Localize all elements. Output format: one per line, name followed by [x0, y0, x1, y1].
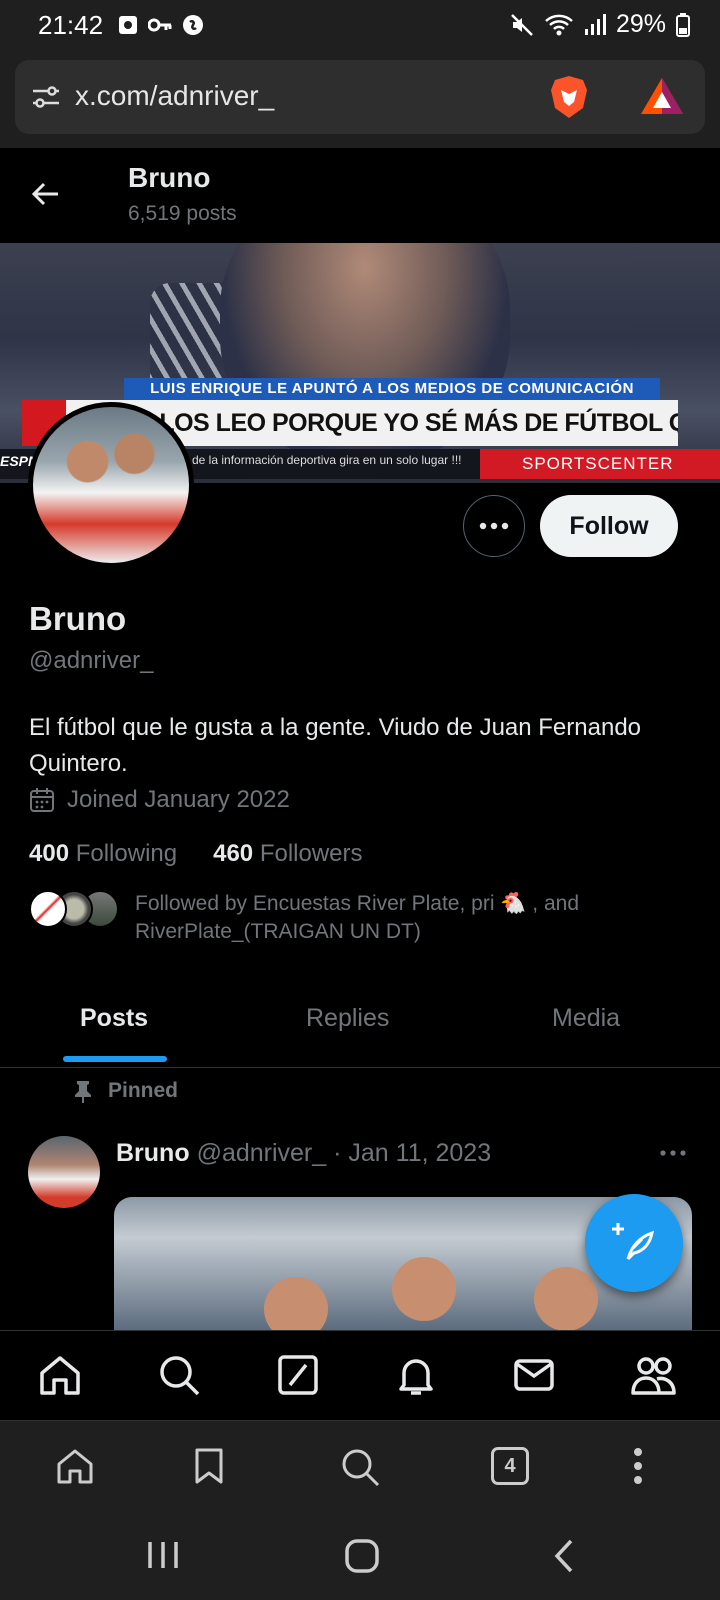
tab-posts[interactable]: Posts	[80, 1004, 148, 1033]
compose-feather-icon	[612, 1223, 654, 1261]
back-arrow-icon[interactable]	[30, 178, 62, 210]
joined-text: Joined January 2022	[67, 786, 290, 813]
brave-shields-icon[interactable]	[549, 74, 589, 120]
post-author-name[interactable]: Bruno	[116, 1139, 190, 1167]
active-tab-indicator	[63, 1056, 167, 1062]
post-more-icon[interactable]	[660, 1150, 686, 1156]
url-text[interactable]: x.com/adnriver_	[75, 80, 274, 112]
header-name: Bruno	[128, 162, 211, 193]
site-settings-icon[interactable]	[31, 82, 61, 112]
media-face	[534, 1267, 598, 1331]
system-back-icon[interactable]	[552, 1538, 576, 1574]
tabs-count: 4	[504, 1455, 516, 1477]
compose-post-button[interactable]	[585, 1194, 683, 1292]
banner-brand: SPORTSCENTER	[480, 449, 720, 479]
follower-avatar	[29, 890, 67, 928]
pinned-indicator: Pinned	[72, 1079, 178, 1103]
battery-percent: 29%	[615, 10, 666, 38]
pin-icon	[75, 1081, 91, 1103]
calendar-icon	[30, 788, 54, 812]
post-date[interactable]: · Jan 11, 2023	[333, 1139, 491, 1167]
search-icon[interactable]	[157, 1353, 201, 1397]
screenshot-icon	[119, 16, 137, 34]
status-right: 29%	[510, 10, 690, 39]
profile-handle: @adnriver_	[29, 647, 154, 674]
followers-count: 460	[213, 840, 254, 867]
address-bar[interactable]: x.com/adnriver_	[15, 60, 705, 134]
profile-bio: El fútbol que le gusta a la gente. Viudo…	[29, 714, 642, 777]
x-bottom-nav	[0, 1330, 720, 1420]
status-time: 21:42	[38, 10, 104, 40]
key-icon	[148, 18, 172, 32]
more-dots-icon	[479, 522, 509, 530]
brave-rewards-icon[interactable]	[639, 76, 685, 116]
grok-icon[interactable]	[276, 1353, 320, 1397]
more-options-button[interactable]	[463, 495, 525, 557]
browser-menu-icon[interactable]	[632, 1447, 644, 1485]
browser-search-icon[interactable]	[340, 1447, 380, 1487]
battery-icon	[676, 12, 690, 37]
following-count: 400	[29, 840, 70, 867]
bookmark-icon[interactable]	[192, 1447, 226, 1485]
banner-top-caption: LUIS ENRIQUE LE APUNTÓ A LOS MEDIOS DE C…	[124, 378, 660, 400]
tabs-counter-button[interactable]: 4	[491, 1447, 529, 1485]
profile-avatar[interactable]	[28, 402, 194, 568]
system-nav-bar	[0, 1512, 720, 1600]
following-label: Following	[75, 840, 178, 867]
shazam-icon	[183, 15, 203, 35]
profile-top-bar: Bruno 6,519 posts	[0, 148, 720, 243]
profile-name: Bruno	[29, 600, 127, 637]
media-face	[392, 1257, 456, 1321]
media-face	[264, 1277, 328, 1332]
home-icon[interactable]	[38, 1353, 82, 1397]
recent-apps-icon[interactable]	[146, 1538, 180, 1572]
tab-media[interactable]: Media	[552, 1004, 620, 1033]
joined-date: Joined January 2022	[29, 786, 290, 814]
notifications-bell-icon[interactable]	[394, 1353, 438, 1397]
post-author-avatar[interactable]	[28, 1136, 100, 1208]
status-icons	[118, 14, 204, 36]
browser-toolbar: x.com/adnriver_	[0, 52, 720, 148]
wifi-icon	[545, 14, 573, 35]
post-author-handle[interactable]: @adnriver_	[197, 1139, 327, 1167]
status-bar: 21:42 29%	[0, 0, 720, 52]
followed-by-text: Followed by Encuestas River Plate, pri 🐔…	[135, 892, 580, 943]
profile-tabs: Posts Replies Media	[0, 976, 720, 1068]
post-header: Bruno @adnriver_ · Jan 11, 2023	[116, 1139, 491, 1168]
following-link[interactable]: 400 Following	[29, 840, 177, 868]
follow-stats: 400 Following 460 Followers	[29, 840, 363, 868]
header-posts-count: 6,519 posts	[128, 202, 237, 225]
home-button-icon[interactable]	[344, 1538, 380, 1574]
signal-icon	[584, 13, 606, 35]
banner-tagline: de la información deportiva gira en un s…	[192, 453, 462, 467]
pinned-label: Pinned	[108, 1079, 179, 1102]
follow-button[interactable]: Follow	[540, 495, 678, 557]
messages-mail-icon[interactable]	[512, 1353, 556, 1397]
browser-bottom-bar: 4	[0, 1420, 720, 1512]
followers-label: Followers	[259, 840, 363, 867]
mute-icon	[511, 13, 533, 36]
browser-home-icon[interactable]	[56, 1447, 94, 1485]
tab-replies[interactable]: Replies	[306, 1004, 389, 1033]
followed-by-avatars	[29, 890, 119, 930]
followers-link[interactable]: 460 Followers	[213, 840, 362, 868]
communities-icon[interactable]	[630, 1353, 678, 1397]
